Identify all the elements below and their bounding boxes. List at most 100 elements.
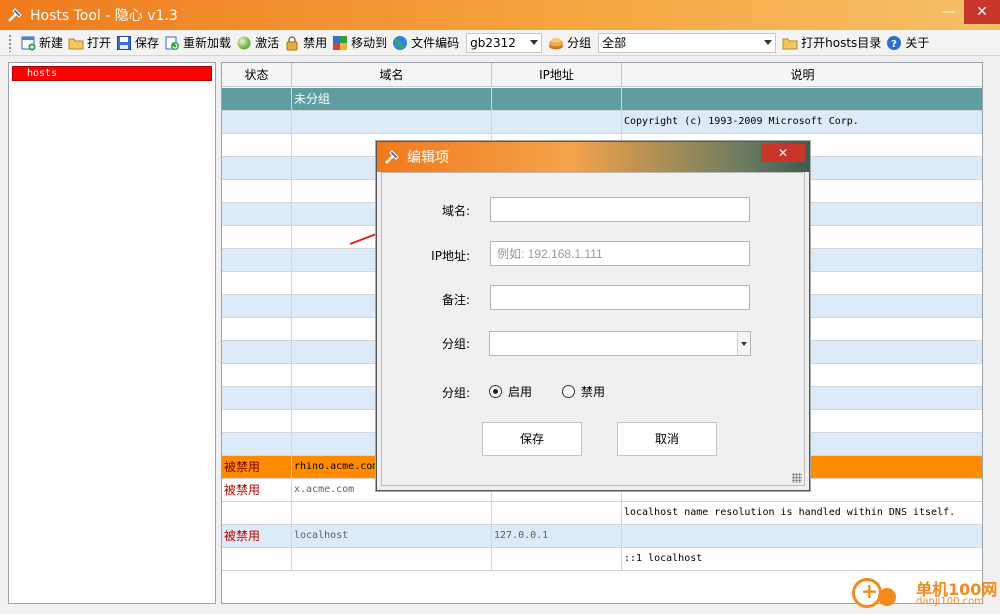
toolbar-grip[interactable] xyxy=(8,33,12,52)
cell-domain xyxy=(292,548,492,571)
note-input[interactable] xyxy=(490,285,750,310)
hammer-icon xyxy=(385,150,399,164)
dialog-body: 域名: IP地址: 备注: 分组: 分组: 启用 禁用 保存 取消 xyxy=(381,172,805,486)
dialog-title: 编辑项 xyxy=(407,150,449,166)
save-button[interactable]: 保存 xyxy=(114,32,162,54)
cell-status xyxy=(222,249,292,272)
cancel-button[interactable]: 取消 xyxy=(617,422,717,456)
about-button[interactable]: ? 关于 xyxy=(884,32,932,54)
cell-status xyxy=(222,134,292,157)
cell-status xyxy=(222,180,292,203)
radio-checked-icon xyxy=(489,385,502,398)
move-icon xyxy=(333,35,348,50)
minimize-button[interactable]: — xyxy=(934,0,964,24)
disable-label: 禁用 xyxy=(581,385,606,399)
table-row[interactable]: Copyright (c) 1993-2009 Microsoft Corp. xyxy=(222,111,982,134)
enable-label: 启用 xyxy=(508,385,533,399)
cell-domain: localhost xyxy=(292,525,492,548)
reload-button[interactable]: 重新加载 xyxy=(162,32,234,54)
cell-status xyxy=(222,387,292,410)
edit-item-dialog: 编辑项 ✕ 域名: IP地址: 备注: 分组: 分组: 启用 禁用 保存 取消 xyxy=(376,141,810,491)
watermark: 单机100网 danji100.com xyxy=(852,574,998,612)
resize-grip[interactable] xyxy=(792,473,802,483)
note-label: 备注: xyxy=(441,293,470,307)
table-row[interactable]: 未分组 xyxy=(222,88,982,111)
cell-status xyxy=(222,502,292,525)
cell-domain xyxy=(292,111,492,134)
cell-note: ::1 localhost xyxy=(622,548,982,571)
move-to-button[interactable]: 移动到 xyxy=(330,32,390,54)
cell-ip xyxy=(492,502,622,525)
hosts-tree-panel[interactable]: hosts xyxy=(8,62,216,604)
new-button[interactable]: 新建 xyxy=(18,32,66,54)
enable-radio[interactable]: 启用 xyxy=(489,383,532,400)
cell-domain xyxy=(292,502,492,525)
disable-button[interactable]: 禁用 xyxy=(282,32,330,54)
cell-note xyxy=(622,88,982,111)
open-button[interactable]: 打开 xyxy=(66,32,114,54)
group-select[interactable] xyxy=(489,331,751,356)
open-hosts-dir-label: 打开hosts目录 xyxy=(801,36,882,50)
dialog-close-button[interactable]: ✕ xyxy=(761,144,805,162)
window-title: Hosts Tool - 隐心 v1.3 xyxy=(30,8,178,24)
column-header-note[interactable]: 说明 xyxy=(622,63,982,87)
domain-input[interactable] xyxy=(490,197,750,222)
radio-unchecked-icon xyxy=(562,385,575,398)
watermark-url: danji100.com xyxy=(916,596,984,607)
cell-status: 被禁用 xyxy=(222,479,292,502)
title-bar: Hosts Tool - 隐心 v1.3 — ✕ xyxy=(0,0,1000,30)
floppy-icon xyxy=(117,35,132,50)
disable-radio[interactable]: 禁用 xyxy=(562,383,605,400)
chevron-down-icon xyxy=(764,39,773,45)
cell-ip xyxy=(492,548,622,571)
close-button[interactable]: ✕ xyxy=(964,0,1000,24)
cell-status xyxy=(222,318,292,341)
cell-status xyxy=(222,203,292,226)
column-header-status[interactable]: 状态 xyxy=(222,63,292,87)
globe-icon xyxy=(393,35,408,50)
group-label-group: 分组 xyxy=(546,32,594,54)
column-header-domain[interactable]: 域名 xyxy=(292,63,492,87)
toolbar: 新建 打开 保存 重新加载 激活 禁用 移动到 文件编码 gb2312 分组 全… xyxy=(0,30,1000,56)
cell-status xyxy=(222,157,292,180)
tree-item-hosts[interactable]: hosts xyxy=(12,66,212,81)
cell-status: 被禁用 xyxy=(222,456,292,479)
cell-status xyxy=(222,272,292,295)
ip-label: IP地址: xyxy=(431,249,470,263)
ip-input[interactable] xyxy=(490,241,750,266)
cell-note xyxy=(622,525,982,548)
chevron-down-icon xyxy=(530,39,539,45)
cell-status xyxy=(222,295,292,318)
cell-status xyxy=(222,111,292,134)
cell-note: Copyright (c) 1993-2009 Microsoft Corp. xyxy=(622,111,982,134)
group-label: 分组: xyxy=(441,337,470,351)
cell-status xyxy=(222,548,292,571)
table-row[interactable]: 被禁用 localhost 127.0.0.1 xyxy=(222,525,982,548)
encoding-label-group: 文件编码 xyxy=(390,32,462,54)
save-button[interactable]: 保存 xyxy=(482,422,582,456)
open-hosts-dir-button[interactable]: 打开hosts目录 xyxy=(780,32,884,54)
encoding-select[interactable]: gb2312 xyxy=(466,32,543,53)
cell-status xyxy=(222,410,292,433)
activate-button[interactable]: 激活 xyxy=(234,32,282,54)
cell-status: 被禁用 xyxy=(222,525,292,548)
group-select[interactable]: 全部 xyxy=(598,32,777,53)
cell-status xyxy=(222,88,292,111)
reload-label: 重新加载 xyxy=(183,36,232,50)
chevron-down-icon[interactable] xyxy=(737,332,750,355)
dialog-title-bar[interactable]: 编辑项 ✕ xyxy=(377,142,809,172)
table-row[interactable]: ::1 localhost xyxy=(222,548,982,571)
about-label: 关于 xyxy=(905,36,930,50)
watermark-logo-dot-icon xyxy=(878,588,896,606)
cell-status xyxy=(222,341,292,364)
new-file-icon xyxy=(21,36,36,50)
watermark-logo-icon xyxy=(852,578,882,608)
svg-text:?: ? xyxy=(891,39,897,50)
table-row[interactable]: localhost name resolution is handled wit… xyxy=(222,502,982,525)
new-label: 新建 xyxy=(39,36,64,50)
hammer-icon xyxy=(8,8,22,22)
cell-status xyxy=(222,364,292,387)
column-header-ip[interactable]: IP地址 xyxy=(492,63,622,87)
move-to-label: 移动到 xyxy=(351,36,388,50)
green-ball-icon xyxy=(237,36,251,49)
